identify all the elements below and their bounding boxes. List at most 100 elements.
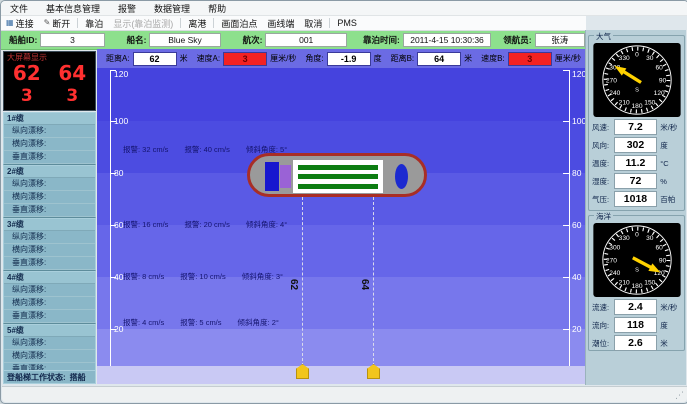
alarm-speed-a: 报警: 8 cm/s bbox=[123, 271, 164, 282]
alarm-threshold-row: 报警: 4 cm/s 报警: 5 cm/s 倾斜角度: 2° bbox=[123, 317, 279, 328]
berth-time-label: 靠泊时间: bbox=[363, 34, 400, 46]
cable-group-3: 3#缆 纵向漂移: 横向漂移: 垂直漂移: bbox=[3, 218, 96, 271]
gauge-tick-label: 330 bbox=[618, 235, 629, 242]
gauge-south-label: S bbox=[635, 267, 639, 273]
connect-button[interactable]: ▦ 连接 bbox=[1, 17, 39, 30]
cable-group-title: 2#缆 bbox=[4, 166, 95, 178]
menu-data[interactable]: 数据管理 bbox=[145, 2, 199, 15]
toolbar-separator bbox=[180, 18, 181, 28]
cable-group-2: 2#缆 纵向漂移: 横向漂移: 垂直漂移: bbox=[3, 165, 96, 218]
humidity-row: 湿度: 72 % bbox=[592, 173, 681, 189]
alarm-speed-a: 报警: 4 cm/s bbox=[123, 317, 164, 328]
drift-row: 垂直漂移: bbox=[4, 204, 95, 217]
atmosphere-title: 大气 bbox=[594, 31, 613, 42]
angle-label: 角度: bbox=[305, 53, 323, 64]
axis-label: 100 bbox=[114, 116, 128, 126]
toolbar-separator bbox=[213, 18, 214, 28]
ruler-tick bbox=[563, 277, 569, 278]
distance-a-value: 62 bbox=[133, 52, 177, 66]
gangway-status-value: 搭船 bbox=[70, 372, 86, 383]
speed-a-label: 速度A: bbox=[197, 53, 221, 64]
humidity-unit: % bbox=[660, 177, 681, 186]
distance-a-unit: 米 bbox=[180, 53, 188, 64]
tide-level-row: 潮位: 2.6 米 bbox=[592, 335, 681, 351]
ruler-tick bbox=[563, 225, 569, 226]
cancel-button[interactable]: 取消 bbox=[299, 17, 327, 30]
berth-button[interactable]: 靠泊 bbox=[80, 17, 108, 30]
drift-row: 横向漂移: bbox=[4, 244, 95, 257]
berthing-plot-area: 120 100 80 60 40 20 120 100 80 60 40 20 … bbox=[97, 68, 585, 384]
menu-help[interactable]: 帮助 bbox=[199, 2, 235, 15]
speed-b-label: 速度B: bbox=[481, 53, 505, 64]
speed-b-readout: 3 bbox=[66, 86, 78, 106]
measurement-bar: 距离A: 62 米 速度A: 3 厘米/秒 角度: -1.9 度 距离B: 64… bbox=[97, 49, 585, 68]
ship-name-field[interactable]: Blue Sky bbox=[149, 33, 220, 47]
cable-group-1: 1#缆 纵向漂移: 横向漂移: 垂直漂移: bbox=[3, 112, 96, 165]
show-berthing-monitor-button: 显示(靠泊监测) bbox=[108, 17, 178, 30]
drift-row: 纵向漂移: bbox=[4, 125, 95, 138]
drift-row: 垂直漂移: bbox=[4, 151, 95, 164]
wind-direction-label: 风向: bbox=[592, 140, 614, 151]
alarm-threshold-row: 报警: 16 cm/s 报警: 20 cm/s 倾斜角度: 4° bbox=[123, 219, 287, 230]
toolbar: ▦ 连接 ✎ 断开 靠泊 显示(靠泊监测) 离港 画面泊点 画线端 取消 PMS bbox=[1, 16, 586, 31]
ship-bow-ellipse bbox=[395, 164, 408, 189]
wind-direction-gauge: 0 30 60 90 120 150 180 210 240 270 300 3… bbox=[593, 43, 681, 117]
gauge-tick-label: 180 bbox=[631, 283, 642, 290]
menu-file[interactable]: 文件 bbox=[1, 2, 37, 15]
disconnect-icon: ✎ bbox=[44, 19, 51, 27]
connect-icon: ▦ bbox=[6, 19, 14, 27]
atmosphere-group: 大气 0 30 60 90 120 150 180 210 240 270 30… bbox=[588, 35, 685, 211]
drift-row: 横向漂移: bbox=[4, 350, 95, 363]
current-direction-gauge: 0 30 60 90 120 150 180 210 240 270 300 3… bbox=[593, 223, 681, 297]
gauge-tick-label: 210 bbox=[618, 100, 629, 107]
angle-unit: 度 bbox=[374, 53, 382, 64]
drift-row: 垂直漂移: bbox=[4, 310, 95, 323]
distance-b-value: 64 bbox=[417, 52, 461, 66]
toolbar-separator bbox=[329, 18, 330, 28]
pms-button[interactable]: PMS bbox=[332, 18, 362, 28]
gauge-tick-label: 330 bbox=[618, 55, 629, 62]
gangway-status: 登船梯工作状态: 搭船 bbox=[3, 370, 96, 384]
temperature-row: 温度: 11.2 °C bbox=[592, 155, 681, 171]
status-bar: ⋰ bbox=[2, 386, 687, 402]
cargo-hatch bbox=[298, 184, 378, 189]
ship-cargo-hold bbox=[293, 160, 383, 193]
speed-a-unit: 厘米/秒 bbox=[270, 53, 296, 64]
gauge-tick-label: 180 bbox=[631, 103, 642, 110]
gauge-tick-label: 60 bbox=[655, 65, 663, 72]
berth-time-field[interactable]: 2011-4-15 10:30:36 bbox=[403, 33, 491, 47]
menu-basic-info[interactable]: 基本信息管理 bbox=[37, 2, 109, 15]
axis-label: 100 bbox=[572, 116, 585, 126]
voyage-field[interactable]: 001 bbox=[265, 33, 347, 47]
draw-line-end-button[interactable]: 画线端 bbox=[262, 17, 299, 30]
app-window: 文件 基本信息管理 报警 数据管理 帮助 ▦ 连接 ✎ 断开 靠泊 显示(靠泊监… bbox=[0, 0, 687, 404]
temperature-value: 11.2 bbox=[614, 155, 658, 171]
ocean-title: 海洋 bbox=[594, 211, 613, 222]
voyage-label: 航次: bbox=[243, 34, 263, 46]
wind-speed-value: 7.2 bbox=[614, 119, 658, 135]
gauge-tick-label: 240 bbox=[609, 270, 620, 277]
wind-direction-unit: 度 bbox=[660, 140, 681, 151]
drift-row: 横向漂移: bbox=[4, 191, 95, 204]
screen-berth-point-button[interactable]: 画面泊点 bbox=[216, 17, 262, 30]
menu-bar: 文件 基本信息管理 报警 数据管理 帮助 bbox=[1, 1, 687, 16]
distance-b-readout: 64 bbox=[58, 61, 86, 85]
menu-alarm[interactable]: 报警 bbox=[109, 2, 145, 15]
pressure-label: 气压: bbox=[592, 194, 614, 205]
disconnect-button[interactable]: ✎ 断开 bbox=[39, 17, 76, 30]
speed-readouts: 3 3 bbox=[4, 86, 95, 106]
alarm-speed-a: 报警: 32 cm/s bbox=[123, 144, 168, 155]
distance-line-b-label: 64 bbox=[359, 279, 370, 290]
ship-id-field[interactable]: 3 bbox=[40, 33, 104, 47]
ocean-group: 海洋 0 30 60 90 120 150 180 210 240 270 30… bbox=[588, 215, 685, 351]
depth-band bbox=[97, 68, 585, 121]
resize-grip[interactable]: ⋰ bbox=[675, 390, 684, 401]
departure-button[interactable]: 离港 bbox=[183, 17, 211, 30]
ship-graphic bbox=[247, 153, 427, 197]
current-direction-row: 流向: 118 度 bbox=[592, 317, 681, 333]
gangway-status-label: 登船梯工作状态: bbox=[7, 372, 66, 383]
drift-row: 横向漂移: bbox=[4, 297, 95, 310]
pilot-field[interactable]: 张涛 bbox=[535, 33, 585, 47]
speed-a-readout: 3 bbox=[21, 86, 33, 106]
alarm-speed-b: 报警: 10 cm/s bbox=[180, 271, 225, 282]
